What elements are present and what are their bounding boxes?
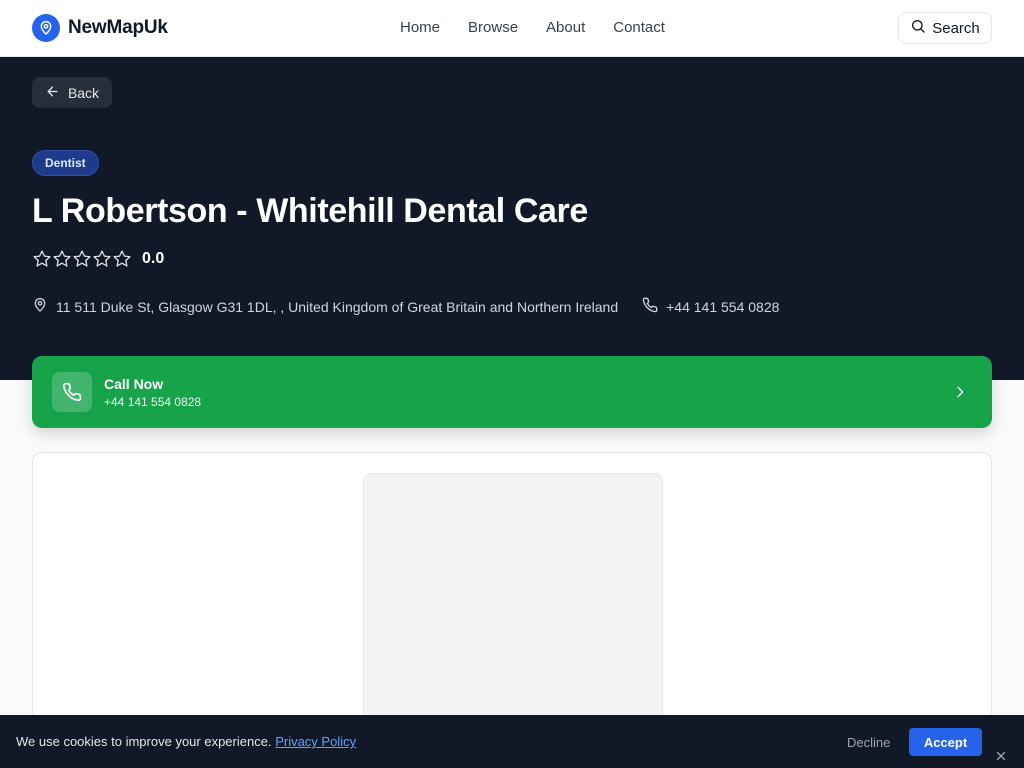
back-button-label: Back	[67, 84, 100, 101]
nav-home[interactable]: Home	[400, 19, 440, 36]
search-button-label: Search	[932, 19, 980, 37]
star-icon	[113, 250, 131, 267]
star-icon	[73, 250, 91, 267]
phone-icon	[642, 297, 658, 316]
map-pin-icon	[32, 297, 48, 316]
cookie-message: We use cookies to improve your experienc…	[16, 734, 356, 749]
search-button[interactable]: Search	[898, 12, 992, 44]
phone-item[interactable]: +44 141 554 0828	[642, 297, 779, 316]
chevron-right-icon	[952, 384, 968, 405]
cookie-text: We use cookies to improve your experienc…	[16, 734, 272, 749]
star-icon	[93, 250, 111, 267]
decline-button[interactable]: Decline	[840, 728, 897, 756]
nav-about[interactable]: About	[546, 19, 585, 36]
star-icon	[53, 250, 71, 267]
arrow-left-icon	[45, 84, 60, 102]
nav-browse[interactable]: Browse	[468, 19, 518, 36]
top-navigation: NewMapUk Home Browse About Contact Searc…	[0, 0, 1024, 57]
privacy-policy-link[interactable]: Privacy Policy	[275, 734, 356, 749]
address-text: 11 511 Duke St, Glasgow G31 1DL, , Unite…	[56, 298, 619, 315]
phone-text: +44 141 554 0828	[666, 298, 780, 315]
accept-button[interactable]: Accept	[909, 728, 982, 756]
back-button[interactable]: Back	[32, 77, 112, 108]
contact-info: 11 511 Duke St, Glasgow G31 1DL, , Unite…	[32, 297, 779, 316]
business-title: L Robertson - Whitehill Dental Care	[32, 192, 588, 230]
call-now-card[interactable]: Call Now +44 141 554 0828	[32, 356, 992, 428]
call-now-label: Call Now	[104, 376, 164, 392]
cookie-banner: We use cookies to improve your experienc…	[0, 715, 1024, 768]
main-nav: Home Browse About Contact	[400, 19, 665, 36]
close-icon[interactable]	[994, 749, 1008, 763]
rating: 0.0	[32, 249, 164, 269]
star-icon	[33, 250, 51, 267]
map-pin-icon	[32, 14, 60, 42]
nav-contact[interactable]: Contact	[613, 19, 665, 36]
brand-name: NewMapUk	[68, 17, 168, 38]
address-item: 11 511 Duke St, Glasgow G31 1DL, , Unite…	[32, 297, 618, 316]
call-now-number: +44 141 554 0828	[104, 395, 202, 409]
business-hero: Back Dentist L Robertson - Whitehill Den…	[0, 57, 1024, 380]
phone-icon	[52, 372, 92, 412]
rating-value: 0.0	[142, 250, 165, 267]
brand[interactable]: NewMapUk	[32, 14, 168, 42]
category-badge: Dentist	[32, 150, 99, 176]
search-icon	[910, 18, 926, 38]
